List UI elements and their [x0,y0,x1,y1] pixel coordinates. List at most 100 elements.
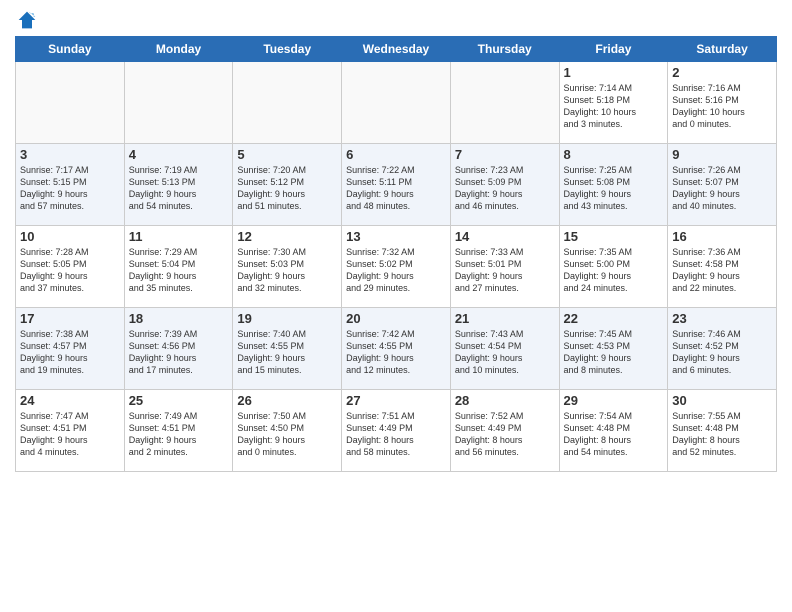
day-number: 2 [672,65,772,80]
calendar-cell [342,62,451,144]
calendar-table: SundayMondayTuesdayWednesdayThursdayFrid… [15,36,777,472]
calendar-cell: 18 Sunrise: 7:39 AM Sunset: 4:56 PM Dayli… [124,308,233,390]
day-info: Sunrise: 7:30 AM Sunset: 5:03 PM Dayligh… [237,246,337,295]
day-info: Sunrise: 7:26 AM Sunset: 5:07 PM Dayligh… [672,164,772,213]
day-of-week-header: Sunday [16,37,125,62]
day-number: 16 [672,229,772,244]
calendar-cell: 27 Sunrise: 7:51 AM Sunset: 4:49 PM Dayli… [342,390,451,472]
day-info: Sunrise: 7:28 AM Sunset: 5:05 PM Dayligh… [20,246,120,295]
calendar-cell: 11 Sunrise: 7:29 AM Sunset: 5:04 PM Dayli… [124,226,233,308]
calendar-week-row: 24 Sunrise: 7:47 AM Sunset: 4:51 PM Dayli… [16,390,777,472]
day-number: 4 [129,147,229,162]
day-info: Sunrise: 7:46 AM Sunset: 4:52 PM Dayligh… [672,328,772,377]
day-of-week-header: Wednesday [342,37,451,62]
calendar-week-row: 17Sunrise: 7:38 AM Sunset: 4:57 PM Dayli… [16,308,777,390]
calendar-cell: 5Sunrise: 7:20 AM Sunset: 5:12 PM Daylig… [233,144,342,226]
calendar-week-row: 10 Sunrise: 7:28 AM Sunset: 5:05 PM Dayli… [16,226,777,308]
calendar-cell: 19 Sunrise: 7:40 AM Sunset: 4:55 PM Dayli… [233,308,342,390]
page-container: SundayMondayTuesdayWednesdayThursdayFrid… [0,0,792,482]
day-info: Sunrise: 7:29 AM Sunset: 5:04 PM Dayligh… [129,246,229,295]
day-number: 19 [237,311,337,326]
day-number: 9 [672,147,772,162]
day-info: Sunrise: 7:40 AM Sunset: 4:55 PM Dayligh… [237,328,337,377]
days-of-week-row: SundayMondayTuesdayWednesdayThursdayFrid… [16,37,777,62]
calendar-cell: 30Sunrise: 7:55 AM Sunset: 4:48 PM Dayli… [668,390,777,472]
day-info: Sunrise: 7:16 AM Sunset: 5:16 PM Dayligh… [672,82,772,131]
logo-icon [17,10,37,30]
day-info: Sunrise: 7:33 AM Sunset: 5:01 PM Dayligh… [455,246,555,295]
calendar-body: 1Sunrise: 7:14 AM Sunset: 5:18 PM Daylig… [16,62,777,472]
day-number: 3 [20,147,120,162]
calendar-cell: 24 Sunrise: 7:47 AM Sunset: 4:51 PM Dayli… [16,390,125,472]
day-of-week-header: Thursday [450,37,559,62]
day-info: Sunrise: 7:54 AM Sunset: 4:48 PM Dayligh… [564,410,664,459]
day-number: 10 [20,229,120,244]
calendar-cell: 13 Sunrise: 7:32 AM Sunset: 5:02 PM Dayli… [342,226,451,308]
day-info: Sunrise: 7:25 AM Sunset: 5:08 PM Dayligh… [564,164,664,213]
day-info: Sunrise: 7:38 AM Sunset: 4:57 PM Dayligh… [20,328,120,377]
day-number: 29 [564,393,664,408]
calendar-week-row: 3 Sunrise: 7:17 AM Sunset: 5:15 PM Daylig… [16,144,777,226]
calendar-cell: 4 Sunrise: 7:19 AM Sunset: 5:13 PM Daylig… [124,144,233,226]
day-number: 8 [564,147,664,162]
day-number: 24 [20,393,120,408]
calendar-cell: 28Sunrise: 7:52 AM Sunset: 4:49 PM Dayli… [450,390,559,472]
calendar-cell: 29 Sunrise: 7:54 AM Sunset: 4:48 PM Dayli… [559,390,668,472]
day-number: 21 [455,311,555,326]
day-info: Sunrise: 7:35 AM Sunset: 5:00 PM Dayligh… [564,246,664,295]
calendar-cell: 17Sunrise: 7:38 AM Sunset: 4:57 PM Dayli… [16,308,125,390]
day-info: Sunrise: 7:39 AM Sunset: 4:56 PM Dayligh… [129,328,229,377]
calendar-cell [233,62,342,144]
day-number: 20 [346,311,446,326]
day-number: 5 [237,147,337,162]
day-info: Sunrise: 7:22 AM Sunset: 5:11 PM Dayligh… [346,164,446,213]
day-number: 6 [346,147,446,162]
calendar-cell: 20Sunrise: 7:42 AM Sunset: 4:55 PM Dayli… [342,308,451,390]
day-number: 7 [455,147,555,162]
day-number: 26 [237,393,337,408]
calendar-cell: 16 Sunrise: 7:36 AM Sunset: 4:58 PM Dayli… [668,226,777,308]
calendar-cell: 7 Sunrise: 7:23 AM Sunset: 5:09 PM Daylig… [450,144,559,226]
day-number: 18 [129,311,229,326]
calendar-cell [124,62,233,144]
calendar-cell [450,62,559,144]
day-info: Sunrise: 7:55 AM Sunset: 4:48 PM Dayligh… [672,410,772,459]
day-info: Sunrise: 7:19 AM Sunset: 5:13 PM Dayligh… [129,164,229,213]
day-number: 13 [346,229,446,244]
day-of-week-header: Monday [124,37,233,62]
calendar-cell: 15 Sunrise: 7:35 AM Sunset: 5:00 PM Dayli… [559,226,668,308]
day-info: Sunrise: 7:43 AM Sunset: 4:54 PM Dayligh… [455,328,555,377]
day-of-week-header: Tuesday [233,37,342,62]
day-info: Sunrise: 7:50 AM Sunset: 4:50 PM Dayligh… [237,410,337,459]
calendar-cell: 8 Sunrise: 7:25 AM Sunset: 5:08 PM Daylig… [559,144,668,226]
logo [15,10,37,30]
calendar-cell: 14 Sunrise: 7:33 AM Sunset: 5:01 PM Dayli… [450,226,559,308]
day-info: Sunrise: 7:23 AM Sunset: 5:09 PM Dayligh… [455,164,555,213]
day-of-week-header: Saturday [668,37,777,62]
calendar-cell: 10 Sunrise: 7:28 AM Sunset: 5:05 PM Dayli… [16,226,125,308]
calendar-cell: 6 Sunrise: 7:22 AM Sunset: 5:11 PM Daylig… [342,144,451,226]
day-number: 15 [564,229,664,244]
calendar-cell: 9 Sunrise: 7:26 AM Sunset: 5:07 PM Daylig… [668,144,777,226]
day-info: Sunrise: 7:49 AM Sunset: 4:51 PM Dayligh… [129,410,229,459]
calendar-cell: 23Sunrise: 7:46 AM Sunset: 4:52 PM Dayli… [668,308,777,390]
calendar-cell: 12Sunrise: 7:30 AM Sunset: 5:03 PM Dayli… [233,226,342,308]
day-info: Sunrise: 7:36 AM Sunset: 4:58 PM Dayligh… [672,246,772,295]
day-info: Sunrise: 7:47 AM Sunset: 4:51 PM Dayligh… [20,410,120,459]
day-number: 11 [129,229,229,244]
calendar-cell: 25 Sunrise: 7:49 AM Sunset: 4:51 PM Dayli… [124,390,233,472]
calendar-cell: 2 Sunrise: 7:16 AM Sunset: 5:16 PM Daylig… [668,62,777,144]
day-number: 28 [455,393,555,408]
calendar-cell: 22Sunrise: 7:45 AM Sunset: 4:53 PM Dayli… [559,308,668,390]
day-number: 25 [129,393,229,408]
day-of-week-header: Friday [559,37,668,62]
day-info: Sunrise: 7:32 AM Sunset: 5:02 PM Dayligh… [346,246,446,295]
calendar-week-row: 1Sunrise: 7:14 AM Sunset: 5:18 PM Daylig… [16,62,777,144]
day-number: 27 [346,393,446,408]
calendar-cell: 26 Sunrise: 7:50 AM Sunset: 4:50 PM Dayli… [233,390,342,472]
day-number: 14 [455,229,555,244]
day-info: Sunrise: 7:51 AM Sunset: 4:49 PM Dayligh… [346,410,446,459]
calendar-cell [16,62,125,144]
day-info: Sunrise: 7:17 AM Sunset: 5:15 PM Dayligh… [20,164,120,213]
day-info: Sunrise: 7:14 AM Sunset: 5:18 PM Dayligh… [564,82,664,131]
